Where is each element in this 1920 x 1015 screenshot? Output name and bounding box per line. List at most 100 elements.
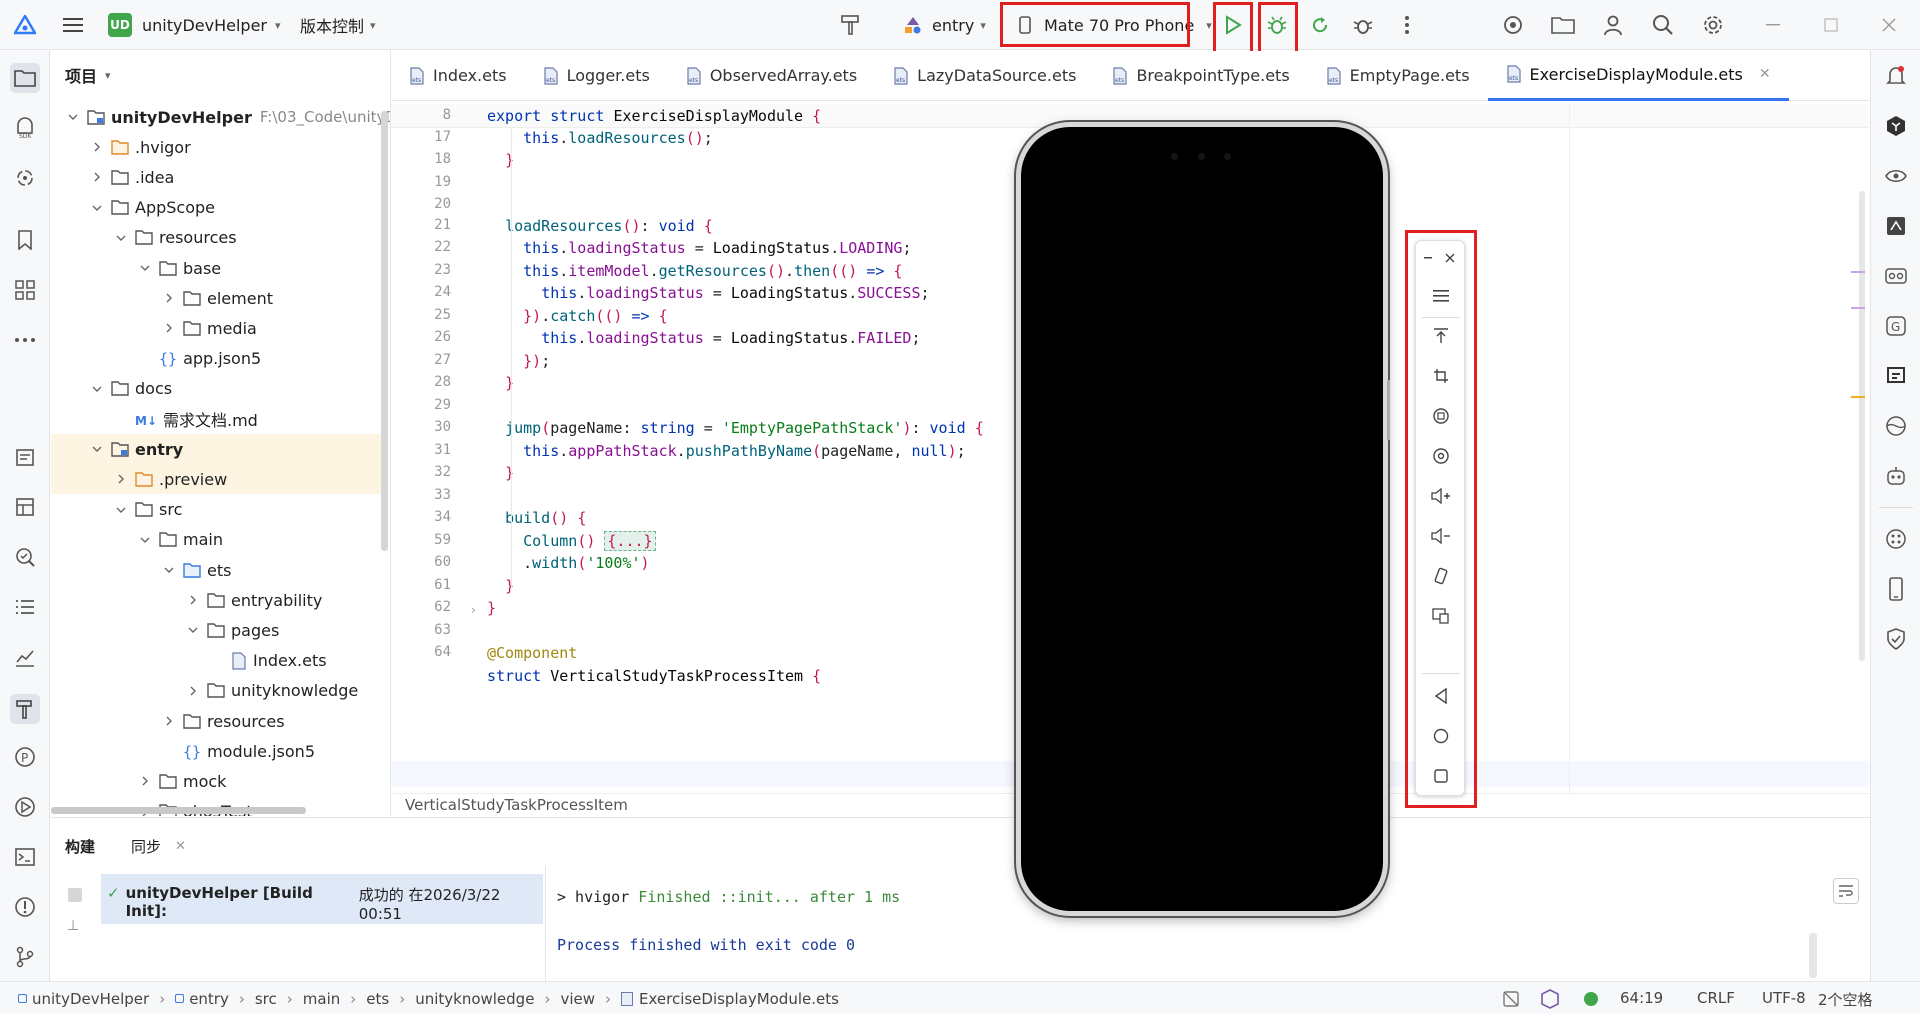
tree-item[interactable]: docs bbox=[89, 374, 172, 404]
tree-item[interactable]: {} app.json5 bbox=[137, 344, 261, 374]
chevron-right-icon[interactable] bbox=[161, 290, 177, 306]
problems-icon[interactable] bbox=[12, 894, 38, 920]
chevron-down-icon[interactable] bbox=[161, 562, 177, 578]
tree-item[interactable]: ets bbox=[161, 555, 231, 585]
database-icon[interactable] bbox=[12, 494, 38, 520]
breadcrumb-item[interactable]: main bbox=[303, 990, 340, 1008]
phone-device-icon[interactable] bbox=[1883, 576, 1909, 602]
minimize-icon[interactable] bbox=[1418, 245, 1438, 271]
tree-item[interactable]: entry bbox=[89, 434, 183, 464]
build-hammer-icon[interactable] bbox=[10, 694, 40, 724]
tab-build[interactable]: 构建 bbox=[65, 836, 95, 857]
tab-exercisedisplaymodule-ets[interactable]: ets ExerciseDisplayModule.ets ✕ bbox=[1487, 51, 1789, 101]
pin-top-icon[interactable] bbox=[1428, 323, 1454, 349]
settings-gear-icon[interactable] bbox=[1700, 0, 1726, 50]
chevron-down-icon[interactable] bbox=[113, 502, 129, 518]
tree-h-scrollbar[interactable] bbox=[51, 807, 306, 814]
project-switcher[interactable]: UD unityDevHelper ▾ bbox=[108, 0, 281, 50]
chevron-down-icon[interactable] bbox=[89, 441, 105, 457]
breadcrumb-item[interactable]: unityDevHelper bbox=[32, 990, 149, 1008]
status-ok-dot[interactable] bbox=[1584, 992, 1598, 1006]
globe-icon[interactable] bbox=[1883, 413, 1909, 439]
breadcrumb-item[interactable]: src bbox=[255, 990, 277, 1008]
chevron-right-icon[interactable] bbox=[137, 773, 153, 789]
close-window-icon[interactable] bbox=[1876, 0, 1902, 50]
chevron-right-icon[interactable] bbox=[185, 592, 201, 608]
chevron-right-icon[interactable] bbox=[89, 139, 105, 155]
tab-logger-ets[interactable]: ets Logger.ets bbox=[525, 51, 668, 101]
multi-screen-icon[interactable] bbox=[1428, 603, 1454, 629]
app-analyzer-icon[interactable] bbox=[1883, 363, 1909, 389]
location-icon[interactable] bbox=[1428, 443, 1454, 469]
breadcrumb-item[interactable]: entry bbox=[189, 990, 229, 1008]
menu-icon[interactable] bbox=[1428, 283, 1454, 309]
chevron-down-icon[interactable] bbox=[185, 622, 201, 638]
tree-scrollbar[interactable] bbox=[381, 111, 388, 551]
tree-item[interactable]: resources bbox=[113, 223, 237, 253]
tree-item[interactable]: .preview bbox=[113, 464, 227, 494]
chevron-down-icon[interactable] bbox=[89, 381, 105, 397]
tree-item[interactable]: Index.ets bbox=[209, 646, 327, 676]
breadcrumb-item[interactable]: unityknowledge bbox=[415, 990, 534, 1008]
target-icon[interactable] bbox=[1500, 0, 1526, 50]
home-circle-icon[interactable] bbox=[1428, 723, 1454, 749]
palette-icon[interactable] bbox=[1883, 526, 1909, 552]
run-config-select[interactable]: entry ▾ bbox=[902, 0, 986, 50]
tree-item[interactable]: base bbox=[137, 253, 221, 283]
breadcrumb-item[interactable]: ets bbox=[366, 990, 389, 1008]
chevron-right-icon[interactable] bbox=[161, 320, 177, 336]
recents-square-icon[interactable] bbox=[1428, 763, 1454, 789]
indent-setting[interactable]: 2个空格 bbox=[1818, 989, 1873, 1010]
fold-arrow-icon[interactable]: › bbox=[471, 603, 476, 617]
search-icon[interactable] bbox=[1650, 0, 1676, 50]
tree-item[interactable]: unityDevHelper F:\03_Code\unityDev bbox=[65, 102, 390, 132]
tab-close-icon[interactable]: ✕ bbox=[1759, 66, 1771, 82]
cursor-position[interactable]: 64:19 bbox=[1620, 989, 1663, 1007]
commit-icon[interactable] bbox=[12, 165, 38, 191]
back-triangle-icon[interactable] bbox=[1428, 683, 1454, 709]
stop-icon[interactable] bbox=[68, 888, 82, 902]
editor-scrollbar[interactable] bbox=[1859, 191, 1865, 661]
more-horizontal-icon[interactable] bbox=[12, 327, 38, 353]
emulator-phone-screen[interactable] bbox=[1016, 122, 1388, 916]
tree-item[interactable]: {} module.json5 bbox=[161, 736, 315, 766]
chevron-right-icon[interactable] bbox=[113, 471, 129, 487]
breadcrumb-item[interactable]: ExerciseDisplayModule.ets bbox=[639, 990, 839, 1008]
more-vertical-icon[interactable] bbox=[1394, 0, 1420, 50]
rotate-device-icon[interactable] bbox=[1428, 563, 1454, 589]
tree-item[interactable]: .idea bbox=[89, 162, 174, 192]
device-manager-icon[interactable] bbox=[1883, 263, 1909, 289]
tree-item[interactable]: .hvigor bbox=[89, 132, 191, 162]
list-icon[interactable] bbox=[12, 594, 38, 620]
chevron-down-icon[interactable] bbox=[113, 230, 129, 246]
chevron-down-icon[interactable] bbox=[137, 532, 153, 548]
tree-item[interactable]: src bbox=[113, 495, 182, 525]
version-control-icon[interactable] bbox=[12, 944, 38, 970]
arkui-inspector-icon[interactable] bbox=[1883, 213, 1909, 239]
rerun-icon[interactable] bbox=[1307, 0, 1333, 50]
bookmarks-icon[interactable] bbox=[12, 227, 38, 253]
attach-debugger-icon[interactable] bbox=[1350, 0, 1376, 50]
tab-index-ets[interactable]: ets Index.ets bbox=[391, 51, 525, 101]
codegenie-icon[interactable] bbox=[1883, 113, 1909, 139]
screenshot-crop-icon[interactable] bbox=[1428, 363, 1454, 389]
chevron-down-icon[interactable] bbox=[137, 260, 153, 276]
profiler-chart-icon[interactable] bbox=[12, 644, 38, 670]
tree-item[interactable]: element bbox=[161, 283, 273, 313]
chevron-right-icon[interactable] bbox=[185, 683, 201, 699]
volume-down-icon[interactable] bbox=[1428, 523, 1454, 549]
tab-breakpointtype-ets[interactable]: ets BreakpointType.ets bbox=[1094, 51, 1307, 101]
line-separator[interactable]: CRLF bbox=[1697, 989, 1735, 1007]
tab-lazydatasource-ets[interactable]: ets LazyDataSource.ets bbox=[875, 51, 1094, 101]
project-panel-header[interactable]: 项目 ▾ bbox=[65, 63, 111, 87]
sdk-icon[interactable]: SDK bbox=[12, 115, 38, 141]
tree-item[interactable]: pages bbox=[185, 615, 279, 645]
tree-item[interactable]: resources bbox=[161, 706, 285, 736]
minimize-icon[interactable] bbox=[1760, 0, 1786, 50]
run-panel-icon[interactable] bbox=[12, 794, 38, 820]
pin-icon[interactable]: ⊥ bbox=[67, 918, 79, 934]
todo-icon[interactable] bbox=[12, 444, 38, 470]
terminal-icon[interactable] bbox=[12, 844, 38, 870]
deveco-logo-icon[interactable] bbox=[12, 0, 38, 50]
main-menu-icon[interactable] bbox=[60, 0, 86, 50]
